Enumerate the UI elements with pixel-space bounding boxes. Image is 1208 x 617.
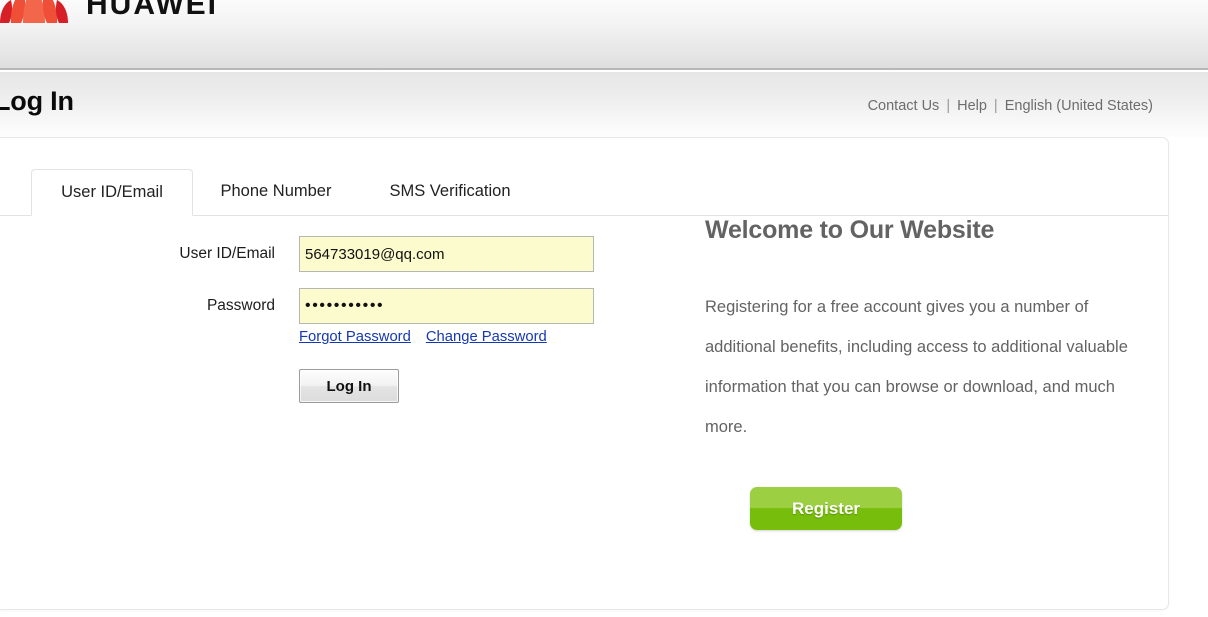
- promo-panel: Welcome to Our Website Registering for a…: [705, 216, 1165, 530]
- help-link[interactable]: Help: [957, 98, 987, 114]
- register-button[interactable]: Register: [750, 487, 902, 530]
- promo-body-text: Registering for a free account gives you…: [705, 298, 1128, 436]
- password-field-row: Password: [151, 288, 594, 324]
- user-id-input[interactable]: [299, 236, 594, 272]
- login-form: User ID/Email Password Forgot Password Ch…: [0, 216, 695, 606]
- user-id-label: User ID/Email: [179, 245, 275, 262]
- promo-title: Welcome to Our Website: [705, 216, 995, 244]
- tab-phone-number[interactable]: Phone Number: [197, 169, 355, 216]
- brand-header-band: HUAWEI: [0, 0, 1208, 70]
- password-input[interactable]: [299, 288, 594, 324]
- change-password-link[interactable]: Change Password: [426, 329, 547, 345]
- forgot-password-link[interactable]: Forgot Password: [299, 329, 411, 345]
- password-label: Password: [206, 297, 275, 314]
- huawei-petal-logo-icon: [0, 0, 68, 23]
- tab-sms-verification-label: SMS Verification: [389, 182, 511, 200]
- tab-phone-number-label: Phone Number: [220, 182, 332, 200]
- brand-wordmark: HUAWEI: [86, 0, 218, 21]
- password-help-links: Forgot Password Change Password: [299, 329, 547, 345]
- contact-us-link[interactable]: Contact Us: [868, 98, 940, 114]
- log-in-button[interactable]: Log In: [299, 369, 399, 403]
- tab-user-id-email[interactable]: User ID/Email: [31, 169, 193, 216]
- utility-separator-1: |: [946, 98, 951, 114]
- login-card: User ID/Email Phone Number SMS Verificat…: [0, 137, 1169, 610]
- language-selector-link[interactable]: English (United States): [1005, 98, 1153, 114]
- tab-user-id-email-label: User ID/Email: [61, 183, 163, 201]
- utility-links: Contact Us | Help | English (United States): [868, 98, 1153, 114]
- user-id-field-row: User ID/Email: [151, 236, 594, 272]
- page-title: Log In: [0, 86, 74, 116]
- tab-sms-verification[interactable]: SMS Verification: [361, 169, 539, 216]
- brand-logo-group[interactable]: HUAWEI: [0, 0, 218, 28]
- login-method-tabs: User ID/Email Phone Number SMS Verificat…: [0, 169, 1168, 216]
- utility-separator-2: |: [993, 98, 998, 114]
